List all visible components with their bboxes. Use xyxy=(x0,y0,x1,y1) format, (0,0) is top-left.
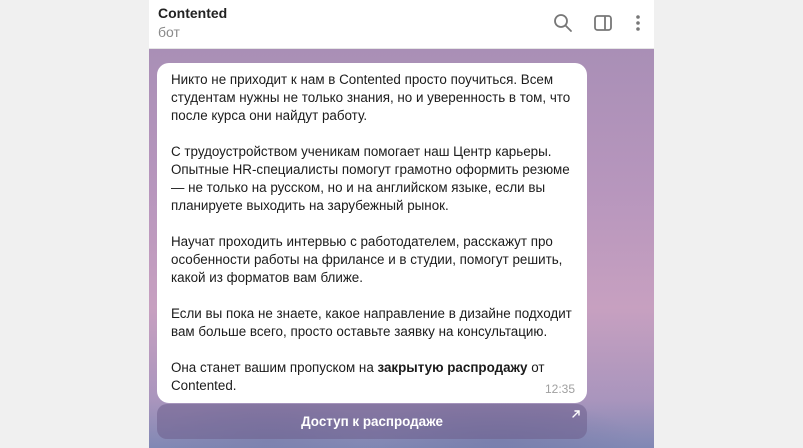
message-bubble[interactable]: Никто не приходит к нам в Contented прос… xyxy=(157,63,587,403)
chat-background: Никто не приходит к нам в Contented прос… xyxy=(149,49,654,448)
message-paragraph: Никто не приходит к нам в Contented прос… xyxy=(171,72,571,123)
access-sale-button[interactable]: Доступ к распродаже xyxy=(157,404,587,439)
message-time: 12:35 xyxy=(544,382,575,396)
more-vertical-icon[interactable] xyxy=(626,11,650,35)
message-paragraph: Если вы пока не знаете, какое направлени… xyxy=(171,306,572,339)
access-sale-button-label: Доступ к распродаже xyxy=(301,414,443,429)
chat-window: Contented бот Никто не приходит к нам в … xyxy=(149,0,654,448)
message-bold-text: закрытую распродажу xyxy=(377,360,528,375)
message-paragraph: Она станет вашим пропуском на закрытую р… xyxy=(171,359,573,395)
search-icon[interactable] xyxy=(551,11,575,35)
message-paragraph: Научат проходить интервью с работодателе… xyxy=(171,234,563,285)
chat-header: Contented бот xyxy=(149,0,654,49)
external-link-arrow-icon xyxy=(571,407,581,422)
chat-title[interactable]: Contented xyxy=(158,5,227,21)
message-text: Она станет вашим пропуском на xyxy=(171,360,378,375)
sidebar-toggle-icon[interactable] xyxy=(591,11,615,35)
chat-status: бот xyxy=(158,24,180,40)
message-paragraph: С трудоустройством ученикам помогает наш… xyxy=(171,144,570,213)
